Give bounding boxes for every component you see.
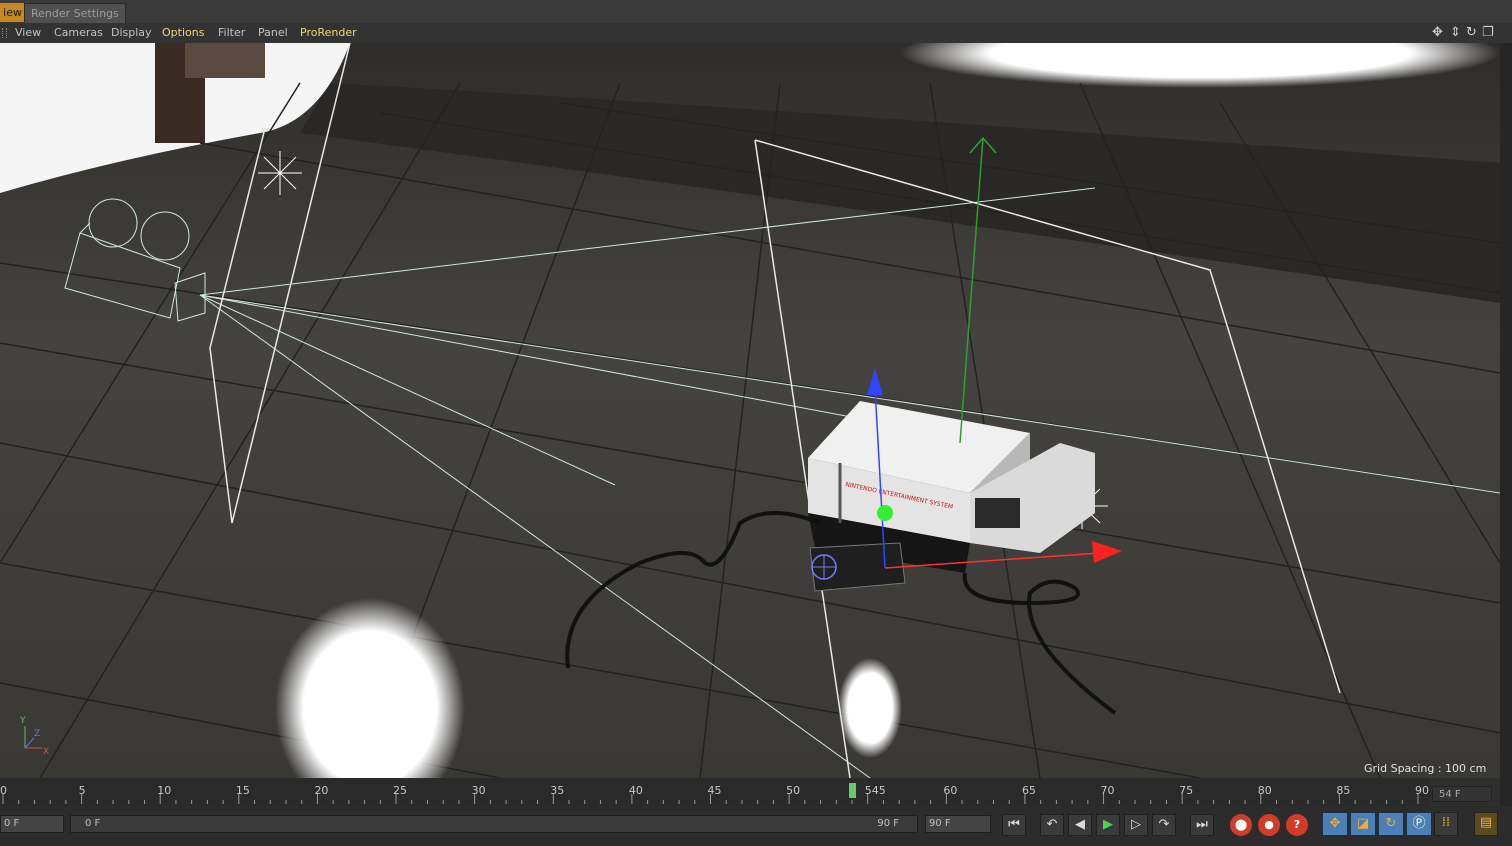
tab-render-settings[interactable]: Render Settings: [24, 3, 126, 23]
wall-object-top: [185, 43, 265, 78]
tick-label: 45: [707, 784, 722, 797]
current-frame-field[interactable]: 54 F: [1432, 786, 1492, 802]
axis-y-label: Y: [19, 716, 26, 726]
tick-label: 70: [1100, 784, 1115, 797]
tick-label: 85: [1336, 784, 1351, 797]
dolly-view-icon[interactable]: ⇕: [1450, 25, 1461, 40]
rotation-track-icon[interactable]: ↻: [1378, 812, 1404, 836]
tick-label: 65: [1021, 784, 1036, 797]
tick-label: 0: [0, 784, 7, 797]
frame-range-slider[interactable]: 0 F 90 F: [70, 815, 918, 833]
tick-label: 10: [157, 784, 172, 797]
grid-spacing-label: Grid Spacing : 100 cm: [1364, 762, 1487, 775]
keyframe-selection-button[interactable]: ?: [1286, 814, 1308, 836]
axis-z-label: Z: [34, 729, 40, 739]
side-panel-edge[interactable]: [1500, 43, 1512, 846]
tick-label: 30: [471, 784, 486, 797]
tick-label: 545: [864, 784, 886, 797]
tick-label: 90: [1415, 784, 1429, 797]
tick-label: 15: [235, 784, 250, 797]
play-button[interactable]: ▶: [1096, 814, 1120, 836]
scale-track-icon[interactable]: ◪: [1350, 812, 1376, 836]
menu-filter[interactable]: Filter: [218, 26, 245, 39]
3d-viewport[interactable]: NINTENDO ENTERTAINMENT SYSTEM Y Z X: [0, 43, 1500, 778]
scheme-menu-icon[interactable]: ▤: [1474, 812, 1498, 836]
axis-x-label: X: [43, 747, 49, 757]
tick-label: 20: [314, 784, 329, 797]
tick-label: 80: [1257, 784, 1272, 797]
viewport-scene: NINTENDO ENTERTAINMENT SYSTEM Y Z X: [0, 43, 1500, 778]
next-frame-button[interactable]: ▷: [1124, 814, 1148, 836]
menu-options[interactable]: Options: [162, 26, 204, 39]
go-to-end-button[interactable]: ⏭: [1190, 814, 1214, 836]
timeline-ruler[interactable]: 0 5 10 15 20 25 30 35 40 45 50 545 60 65 70 75 80 85 90: [0, 778, 1430, 806]
menu-cameras[interactable]: Cameras: [54, 26, 103, 39]
menu-view[interactable]: View: [15, 26, 41, 39]
omni-light-icon[interactable]: [258, 151, 302, 195]
viewport-menu-bar: View Cameras Display Options Filter Pane…: [0, 23, 1512, 43]
parameter-track-icon[interactable]: Ⓟ: [1406, 812, 1432, 836]
tick-label: 60: [943, 784, 958, 797]
menu-display[interactable]: Display: [111, 26, 152, 39]
tick-label: 75: [1179, 784, 1194, 797]
autokey-button[interactable]: ●: [1258, 814, 1280, 836]
tick-label: 35: [550, 784, 565, 797]
tick-label: 40: [628, 784, 643, 797]
floor-light-center: [838, 658, 902, 758]
point-level-animation-icon[interactable]: ⁞⁞: [1434, 812, 1458, 836]
tab-view[interactable]: iew: [0, 3, 24, 22]
toggle-layout-icon[interactable]: ❐: [1482, 25, 1494, 40]
menu-prorender[interactable]: ProRender: [300, 26, 357, 39]
range-start-label: 0 F: [85, 818, 101, 829]
rotate-view-icon[interactable]: ↻: [1466, 25, 1477, 40]
record-keys-button[interactable]: ⬤: [1230, 814, 1252, 836]
tick-label: 50: [786, 784, 801, 797]
menu-panel[interactable]: Panel: [258, 26, 288, 39]
next-key-button[interactable]: ↷: [1152, 814, 1176, 836]
tick-label: 5: [78, 784, 86, 797]
playhead-marker[interactable]: [849, 783, 856, 798]
start-frame-field[interactable]: 0 F: [0, 815, 64, 833]
grip-handle-icon[interactable]: [2, 28, 7, 38]
tab-bar: iew Render Settings: [0, 0, 1512, 24]
tick-label: 25: [393, 784, 408, 797]
previous-frame-button[interactable]: ◀: [1068, 814, 1092, 836]
go-to-start-button[interactable]: ⏮: [1002, 814, 1026, 836]
move-view-icon[interactable]: ✥: [1432, 25, 1443, 40]
range-end-label: 90 F: [877, 818, 899, 829]
position-track-icon[interactable]: ✥: [1322, 812, 1348, 836]
previous-key-button[interactable]: ↶: [1040, 814, 1064, 836]
end-frame-field[interactable]: 90 F: [925, 815, 991, 833]
